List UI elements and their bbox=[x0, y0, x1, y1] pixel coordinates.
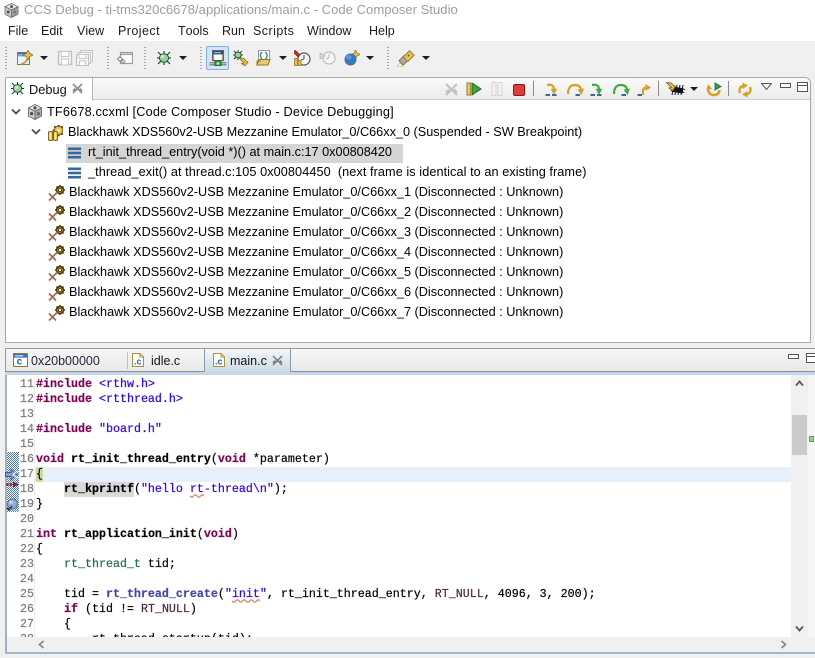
svg-text:.c: .c bbox=[215, 357, 223, 367]
svg-text:c: c bbox=[17, 357, 23, 367]
svg-text:.c: .c bbox=[134, 357, 142, 367]
